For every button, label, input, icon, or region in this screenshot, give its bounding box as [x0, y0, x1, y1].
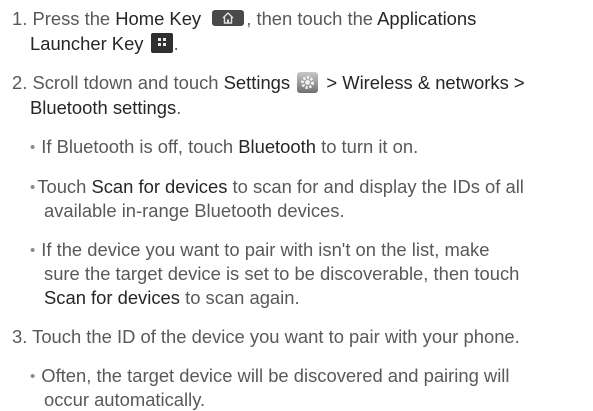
bullet-dot: • [30, 179, 36, 196]
step-3-line: 3. Touch the ID of the device you want t… [12, 325, 520, 348]
bullet-3-text: If the device you want to pair with isn'… [41, 239, 490, 260]
step-2-line-1: 2. Scroll tdown and touch Settings > Wir… [12, 71, 525, 95]
bullet-3-line-3: Scan for devices to scan again. [44, 286, 300, 309]
bullet-3-line-2: sure the target device is set to be disc… [44, 263, 520, 284]
scan-for-devices-label: Scan for devices [44, 287, 180, 308]
bullet-4-text: Often, the target device will be discove… [41, 365, 510, 386]
bluetooth-label: Bluetooth [238, 136, 316, 157]
bullet-dot: • [30, 139, 36, 156]
step-1-line-1: 1. Press the Home Key , then touch the A… [12, 7, 476, 30]
bullet-2-line-1: • Touch Scan for devices to scan for and … [30, 175, 524, 200]
bullet-2-line-2: available in-range Bluetooth devices. [44, 200, 345, 221]
bullet-3-text-2: to scan again. [179, 287, 300, 308]
bullet-4-line-2: occur automatically. [44, 389, 206, 410]
bullet-1-text: If Bluetooth is off, touch [41, 136, 239, 157]
bullet-dot: • [30, 242, 36, 259]
step-2-text: Scroll tdown and touch [32, 72, 224, 93]
home-icon [212, 10, 245, 27]
bullet-2-text-2: to scan for and display the IDs of all [227, 176, 524, 197]
step-3-text: Touch the ID of the device you want to p… [32, 326, 520, 347]
step-2-line-2: Bluetooth settings. [30, 96, 181, 119]
settings-label: Settings [223, 72, 291, 93]
step-2-end: . [176, 97, 182, 118]
bullet-1: • If Bluetooth is off, touch Bluetooth to… [30, 135, 418, 160]
wireless-networks-label: Wireless & networks [342, 72, 509, 93]
step-1-line-2: Launcher Key . [30, 32, 179, 55]
scan-for-devices-label: Scan for devices [91, 176, 228, 197]
separator: > [326, 72, 338, 93]
home-key-label: Home Key [115, 8, 202, 29]
step-3-number: 3. [12, 326, 28, 347]
bullet-2-text: Touch [37, 176, 92, 197]
bullet-1-text-2: to turn it on. [315, 136, 419, 157]
gear-icon [297, 71, 319, 93]
step-1-end: . [173, 33, 179, 54]
separator: > [513, 72, 525, 93]
bullet-dot: • [30, 368, 36, 385]
step-2-number: 2. [12, 72, 28, 93]
bluetooth-settings-label: Bluetooth settings [30, 97, 177, 118]
bullet-4-line-1: • Often, the target device will be discov… [30, 364, 509, 389]
launcher-key-label: Launcher Key [30, 33, 144, 54]
step-1-text-2: , then touch the [246, 8, 378, 29]
step-1-text: Press the [32, 8, 116, 29]
step-1-number: 1. [12, 8, 28, 29]
apps-grid-icon [150, 33, 173, 54]
applications-label: Applications [377, 8, 477, 29]
bullet-3-line-1: • If the device you want to pair with isn… [30, 238, 489, 263]
